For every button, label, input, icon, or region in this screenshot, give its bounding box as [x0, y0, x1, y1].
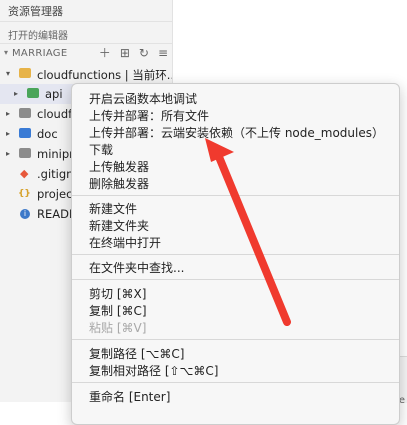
chevron-right-icon: ▸ [6, 129, 11, 138]
menu-item-rename[interactable]: 重命名 [Enter] [89, 388, 170, 405]
folder-icon [19, 128, 31, 138]
project-name: MARRIAGE [12, 48, 68, 59]
chevron-right-icon: ▸ [14, 89, 19, 98]
menu-item-deploy-cloud-deps[interactable]: 上传并部署：云端安装依赖（不上传 node_modules） [89, 124, 384, 141]
menu-item-paste[interactable]: 粘贴 [⌘V] [89, 319, 146, 336]
menu-item-new-file[interactable]: 新建文件 [89, 200, 137, 217]
menu-item-deploy-all[interactable]: 上传并部署：所有文件 [89, 107, 209, 124]
new-folder-icon[interactable]: ⊞ [120, 46, 130, 60]
divider [0, 21, 172, 22]
divider [0, 43, 172, 44]
menu-separator [72, 254, 399, 255]
tree-item-cloudfunctions[interactable]: ▾ cloudfunctions | 当前环... [0, 64, 172, 84]
new-file-icon[interactable]: ＋ [99, 46, 111, 60]
tree-item-label: api [45, 87, 63, 101]
menu-separator [72, 279, 399, 280]
info-file-icon: i [20, 209, 30, 219]
chevron-right-icon: ▸ [6, 109, 11, 118]
menu-separator [72, 339, 399, 340]
project-header[interactable]: ▾ MARRIAGE ＋ ⊞ ↻ ≡ [0, 45, 172, 63]
menu-item-copy[interactable]: 复制 [⌘C] [89, 302, 147, 319]
folder-icon [19, 68, 31, 78]
chevron-right-icon: ▸ [6, 149, 11, 158]
menu-item-open-terminal[interactable]: 在终端中打开 [89, 234, 161, 251]
json-file-icon: {} [18, 189, 31, 199]
folder-icon [19, 148, 31, 158]
menu-item-delete-trigger[interactable]: 删除触发器 [89, 175, 149, 192]
menu-item-copy-path[interactable]: 复制路径 [⌥⌘C] [89, 345, 184, 362]
tree-item-label: cloudfunctions | 当前环... [37, 68, 172, 82]
menu-item-upload-trigger[interactable]: 上传触发器 [89, 158, 149, 175]
menu-separator [72, 382, 399, 383]
menu-separator [72, 195, 399, 196]
menu-item-cut[interactable]: 剪切 [⌘X] [89, 285, 146, 302]
refresh-icon[interactable]: ↻ [139, 46, 149, 60]
collapse-icon[interactable]: ≡ [158, 46, 168, 60]
menu-item-find-in-folder[interactable]: 在文件夹中查找... [89, 259, 184, 276]
explorer-title: 资源管理器 [8, 5, 63, 18]
chevron-down-icon: ▾ [4, 48, 9, 57]
menu-item-copy-relative-path[interactable]: 复制相对路径 [⇧⌥⌘C] [89, 362, 218, 379]
menu-item-new-folder[interactable]: 新建文件夹 [89, 217, 149, 234]
open-editors-header[interactable]: 打开的编辑器 [8, 27, 68, 42]
context-menu: 开启云函数本地调试 上传并部署：所有文件 上传并部署：云端安装依赖（不上传 no… [71, 83, 400, 425]
folder-icon [19, 108, 31, 118]
menu-item-download[interactable]: 下载 [89, 141, 113, 158]
chevron-down-icon: ▾ [6, 69, 11, 78]
git-file-icon: ◆ [20, 167, 29, 180]
folder-icon [27, 88, 39, 98]
menu-item-local-debug[interactable]: 开启云函数本地调试 [89, 90, 197, 107]
project-actions: ＋ ⊞ ↻ ≡ [99, 46, 168, 60]
tree-item-label: doc [37, 127, 58, 141]
